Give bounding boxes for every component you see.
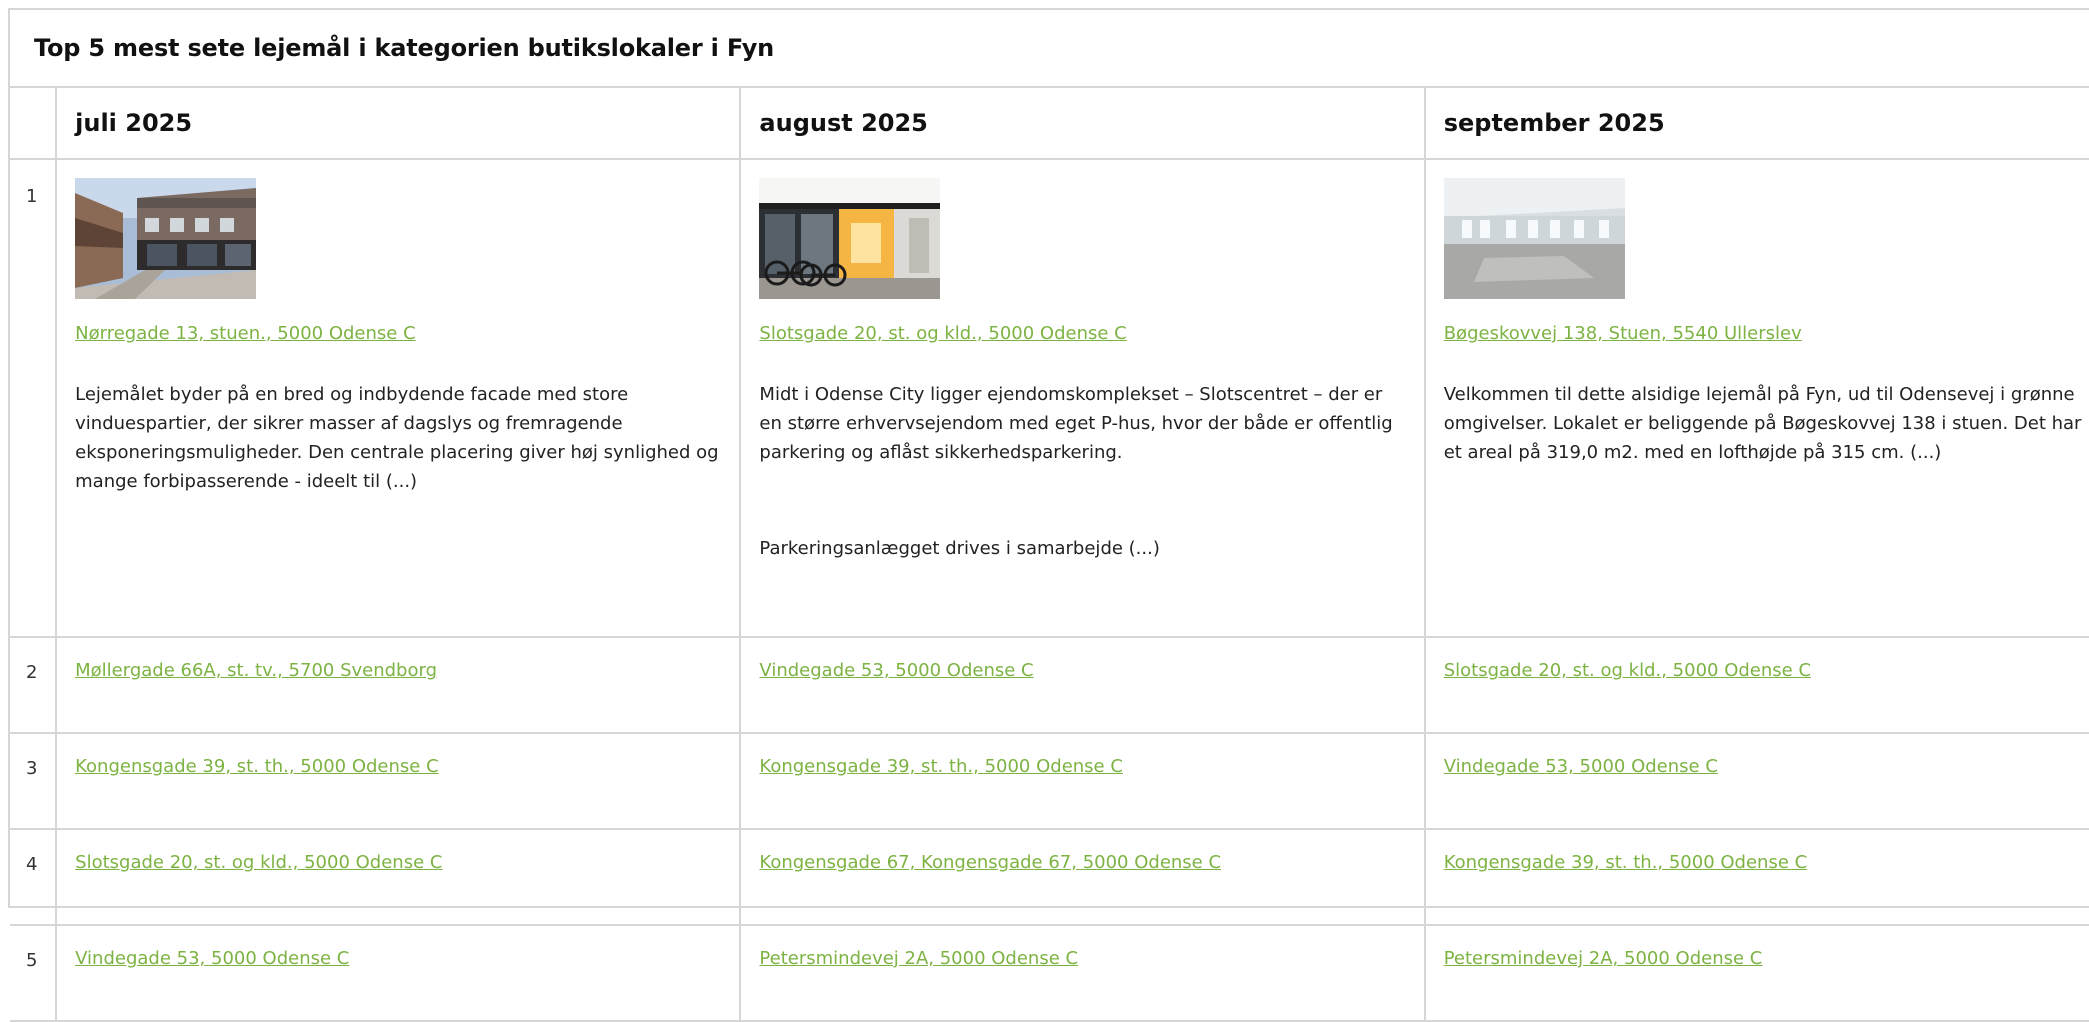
listing-cell: Slotsgade 20, st. og kld., 5000 Odense C… — [739, 158, 1426, 638]
table-row: 4 Slotsgade 20, st. og kld., 5000 Odense… — [10, 828, 2089, 926]
listing-description: Lejemålet byder på en bred og indbydende… — [75, 380, 721, 496]
description-paragraph: Lejemålet byder på en bred og indbydende… — [75, 384, 719, 492]
listing-cell: Vindegade 53, 5000 Odense C — [1423, 732, 2089, 830]
table-row: 1 Nørregade 13, stuen., 5000 Odense C Le… — [10, 158, 2089, 638]
month-header: juli 2025 — [55, 88, 742, 160]
rank-number: 1 — [10, 158, 58, 638]
description-paragraph: Parkeringsanlægget drives i samarbejde (… — [759, 538, 1160, 559]
listing-cell: Petersmindevej 2A, 5000 Odense C — [739, 924, 1426, 1022]
listing-address-link[interactable]: Slotsgade 20, st. og kld., 5000 Odense C — [759, 323, 1126, 344]
listing-cell: Bøgeskovvej 138, Stuen, 5540 Ullerslev V… — [1423, 158, 2089, 638]
listing-cell: Kongensgade 67, Kongensgade 67, 5000 Ode… — [739, 828, 1426, 926]
header-row: juli 2025 august 2025 september 2025 — [10, 88, 2089, 160]
listing-cell: Kongensgade 39, st. th., 5000 Odense C — [739, 732, 1426, 830]
listing-address-link[interactable]: Petersmindevej 2A, 5000 Odense C — [1444, 948, 1763, 969]
top5-table: juli 2025 august 2025 september 2025 1 N… — [10, 88, 2089, 1022]
rank-number: 2 — [10, 636, 58, 734]
listing-address-link[interactable]: Kongensgade 67, Kongensgade 67, 5000 Ode… — [759, 852, 1221, 873]
listing-description: Velkommen til dette alsidige lejemål på … — [1444, 380, 2089, 467]
rank-number: 3 — [10, 732, 58, 830]
table-row: 5 Vindegade 53, 5000 Odense C Petersmind… — [10, 924, 2089, 1022]
listing-address-link[interactable]: Slotsgade 20, st. og kld., 5000 Odense C — [75, 852, 442, 873]
description-paragraph: Velkommen til dette alsidige lejemål på … — [1443, 384, 2082, 463]
shopfront-bicycles-photo[interactable] — [759, 178, 941, 299]
listing-address-link[interactable]: Vindegade 53, 5000 Odense C — [759, 660, 1033, 681]
listing-address-link[interactable]: Petersmindevej 2A, 5000 Odense C — [759, 948, 1078, 969]
empty-interior-photo[interactable] — [1443, 178, 1625, 299]
rank-header — [10, 88, 58, 160]
table-row: 3 Kongensgade 39, st. th., 5000 Odense C… — [10, 732, 2089, 830]
rank-number: 5 — [10, 924, 58, 1022]
listing-cell: Kongensgade 39, st. th., 5000 Odense C — [1423, 828, 2089, 926]
listing-cell: Vindegade 53, 5000 Odense C — [55, 924, 742, 1022]
listing-cell: Kongensgade 39, st. th., 5000 Odense C — [55, 732, 742, 830]
month-header: september 2025 — [1423, 88, 2089, 160]
month-header: august 2025 — [739, 88, 1426, 160]
listing-cell: Slotsgade 20, st. og kld., 5000 Odense C — [55, 828, 742, 926]
description-paragraph: Midt i Odense City ligger ejendomskomple… — [759, 384, 1393, 463]
listing-cell: Slotsgade 20, st. og kld., 5000 Odense C — [1423, 636, 2089, 734]
listing-cell: Møllergade 66A, st. tv., 5700 Svendborg — [55, 636, 742, 734]
listing-address-link[interactable]: Møllergade 66A, st. tv., 5700 Svendborg — [75, 660, 437, 681]
listing-address-link[interactable]: Kongensgade 39, st. th., 5000 Odense C — [1444, 852, 1808, 873]
listing-address-link[interactable]: Kongensgade 39, st. th., 5000 Odense C — [759, 756, 1123, 777]
table-row: 2 Møllergade 66A, st. tv., 5700 Svendbor… — [10, 636, 2089, 734]
top5-panel: Top 5 mest sete lejemål i kategorien but… — [8, 8, 2089, 1022]
listing-address-link[interactable]: Bøgeskovvej 138, Stuen, 5540 Ullerslev — [1444, 323, 1802, 344]
listing-address-link[interactable]: Vindegade 53, 5000 Odense C — [75, 948, 349, 969]
listing-address-link[interactable]: Slotsgade 20, st. og kld., 5000 Odense C — [1444, 660, 1811, 681]
listing-address-link[interactable]: Nørregade 13, stuen., 5000 Odense C — [75, 323, 416, 344]
street-storefront-photo[interactable] — [75, 178, 257, 299]
rank-number: 4 — [10, 828, 58, 926]
listing-description: Midt i Odense City ligger ejendomskomple… — [759, 380, 1405, 563]
listing-cell: Petersmindevej 2A, 5000 Odense C — [1423, 924, 2089, 1022]
listing-cell: Vindegade 53, 5000 Odense C — [739, 636, 1426, 734]
title-bar: Top 5 mest sete lejemål i kategorien but… — [10, 10, 2089, 88]
panel-title: Top 5 mest sete lejemål i kategorien but… — [34, 34, 775, 62]
listing-address-link[interactable]: Vindegade 53, 5000 Odense C — [1444, 756, 1718, 777]
listing-address-link[interactable]: Kongensgade 39, st. th., 5000 Odense C — [75, 756, 439, 777]
listing-cell: Nørregade 13, stuen., 5000 Odense C Leje… — [55, 158, 742, 638]
